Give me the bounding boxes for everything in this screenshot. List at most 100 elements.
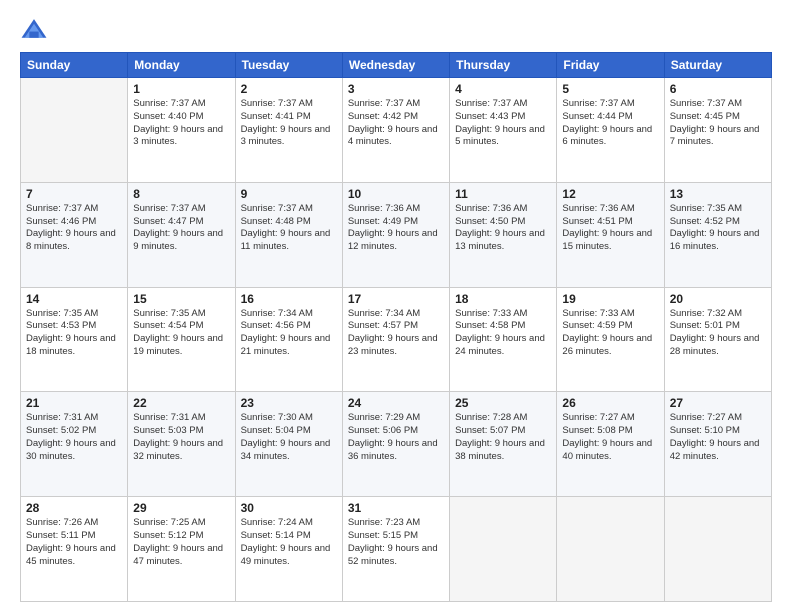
- day-number: 16: [241, 292, 337, 306]
- day-number: 18: [455, 292, 551, 306]
- day-detail: Sunrise: 7:36 AMSunset: 4:49 PMDaylight:…: [348, 203, 444, 254]
- day-detail: Sunrise: 7:24 AMSunset: 5:14 PMDaylight:…: [241, 517, 337, 568]
- calendar-week-row: 1Sunrise: 7:37 AMSunset: 4:40 PMDaylight…: [21, 78, 772, 183]
- calendar-cell: 20 Sunrise: 7:32 AMSunset: 5:01 PMDayligh…: [664, 287, 771, 392]
- weekday-header-thursday: Thursday: [450, 53, 557, 78]
- day-detail: Sunrise: 7:28 AMSunset: 5:07 PMDaylight:…: [455, 412, 551, 463]
- calendar-cell: 26 Sunrise: 7:27 AMSunset: 5:08 PMDayligh…: [557, 392, 664, 497]
- day-detail: Sunrise: 7:33 AMSunset: 4:58 PMDaylight:…: [455, 308, 551, 359]
- day-detail: Sunrise: 7:34 AMSunset: 4:56 PMDaylight:…: [241, 308, 337, 359]
- header: [20, 16, 772, 44]
- day-detail: Sunrise: 7:37 AMSunset: 4:45 PMDaylight:…: [670, 98, 766, 149]
- day-detail: Sunrise: 7:36 AMSunset: 4:50 PMDaylight:…: [455, 203, 551, 254]
- calendar-cell: 4 Sunrise: 7:37 AMSunset: 4:43 PMDaylight…: [450, 78, 557, 183]
- day-number: 6: [670, 82, 766, 96]
- day-detail: Sunrise: 7:31 AMSunset: 5:03 PMDaylight:…: [133, 412, 229, 463]
- day-number: 23: [241, 396, 337, 410]
- calendar-table: SundayMondayTuesdayWednesdayThursdayFrid…: [20, 52, 772, 602]
- day-number: 9: [241, 187, 337, 201]
- weekday-header-row: SundayMondayTuesdayWednesdayThursdayFrid…: [21, 53, 772, 78]
- day-number: 25: [455, 396, 551, 410]
- calendar-cell: 1Sunrise: 7:37 AMSunset: 4:40 PMDaylight…: [128, 78, 235, 183]
- day-number: 20: [670, 292, 766, 306]
- calendar-cell: 31 Sunrise: 7:23 AMSunset: 5:15 PMDayligh…: [342, 497, 449, 602]
- calendar-week-row: 7Sunrise: 7:37 AMSunset: 4:46 PMDaylight…: [21, 182, 772, 287]
- calendar-cell: 24 Sunrise: 7:29 AMSunset: 5:06 PMDayligh…: [342, 392, 449, 497]
- calendar-cell: 5 Sunrise: 7:37 AMSunset: 4:44 PMDaylight…: [557, 78, 664, 183]
- calendar-cell: [21, 78, 128, 183]
- day-detail: Sunrise: 7:37 AMSunset: 4:41 PMDaylight:…: [241, 98, 337, 149]
- calendar-cell: 14 Sunrise: 7:35 AMSunset: 4:53 PMDayligh…: [21, 287, 128, 392]
- day-detail: Sunrise: 7:29 AMSunset: 5:06 PMDaylight:…: [348, 412, 444, 463]
- calendar-cell: 29Sunrise: 7:25 AMSunset: 5:12 PMDayligh…: [128, 497, 235, 602]
- calendar-cell: 13 Sunrise: 7:35 AMSunset: 4:52 PMDayligh…: [664, 182, 771, 287]
- day-detail: Sunrise: 7:35 AMSunset: 4:53 PMDaylight:…: [26, 308, 122, 359]
- calendar-week-row: 14 Sunrise: 7:35 AMSunset: 4:53 PMDayligh…: [21, 287, 772, 392]
- calendar-week-row: 28 Sunrise: 7:26 AMSunset: 5:11 PMDayligh…: [21, 497, 772, 602]
- day-detail: Sunrise: 7:23 AMSunset: 5:15 PMDaylight:…: [348, 517, 444, 568]
- day-number: 24: [348, 396, 444, 410]
- day-number: 11: [455, 187, 551, 201]
- day-detail: Sunrise: 7:35 AMSunset: 4:52 PMDaylight:…: [670, 203, 766, 254]
- page: SundayMondayTuesdayWednesdayThursdayFrid…: [0, 0, 792, 612]
- day-detail: Sunrise: 7:31 AMSunset: 5:02 PMDaylight:…: [26, 412, 122, 463]
- day-number: 28: [26, 501, 122, 515]
- weekday-header-saturday: Saturday: [664, 53, 771, 78]
- day-detail: Sunrise: 7:25 AMSunset: 5:12 PMDaylight:…: [133, 517, 229, 568]
- calendar-cell: [664, 497, 771, 602]
- calendar-cell: 9 Sunrise: 7:37 AMSunset: 4:48 PMDaylight…: [235, 182, 342, 287]
- day-detail: Sunrise: 7:36 AMSunset: 4:51 PMDaylight:…: [562, 203, 658, 254]
- day-number: 26: [562, 396, 658, 410]
- calendar-cell: 11 Sunrise: 7:36 AMSunset: 4:50 PMDayligh…: [450, 182, 557, 287]
- day-detail: Sunrise: 7:30 AMSunset: 5:04 PMDaylight:…: [241, 412, 337, 463]
- day-number: 14: [26, 292, 122, 306]
- day-number: 5: [562, 82, 658, 96]
- calendar-cell: [450, 497, 557, 602]
- calendar-cell: 19Sunrise: 7:33 AMSunset: 4:59 PMDayligh…: [557, 287, 664, 392]
- logo: [20, 16, 50, 44]
- calendar-cell: 27Sunrise: 7:27 AMSunset: 5:10 PMDayligh…: [664, 392, 771, 497]
- day-number: 10: [348, 187, 444, 201]
- calendar-cell: 2 Sunrise: 7:37 AMSunset: 4:41 PMDaylight…: [235, 78, 342, 183]
- calendar-week-row: 21Sunrise: 7:31 AMSunset: 5:02 PMDayligh…: [21, 392, 772, 497]
- day-detail: Sunrise: 7:34 AMSunset: 4:57 PMDaylight:…: [348, 308, 444, 359]
- calendar-cell: 6 Sunrise: 7:37 AMSunset: 4:45 PMDaylight…: [664, 78, 771, 183]
- calendar-cell: 10 Sunrise: 7:36 AMSunset: 4:49 PMDayligh…: [342, 182, 449, 287]
- day-detail: Sunrise: 7:37 AMSunset: 4:42 PMDaylight:…: [348, 98, 444, 149]
- day-detail: Sunrise: 7:26 AMSunset: 5:11 PMDaylight:…: [26, 517, 122, 568]
- calendar-cell: [557, 497, 664, 602]
- weekday-header-wednesday: Wednesday: [342, 53, 449, 78]
- calendar-cell: 15 Sunrise: 7:35 AMSunset: 4:54 PMDayligh…: [128, 287, 235, 392]
- day-number: 17: [348, 292, 444, 306]
- day-number: 12: [562, 187, 658, 201]
- calendar-cell: 17 Sunrise: 7:34 AMSunset: 4:57 PMDayligh…: [342, 287, 449, 392]
- day-detail: Sunrise: 7:37 AMSunset: 4:43 PMDaylight:…: [455, 98, 551, 149]
- day-number: 13: [670, 187, 766, 201]
- day-number: 1: [133, 82, 229, 96]
- day-number: 2: [241, 82, 337, 96]
- day-detail: Sunrise: 7:37 AMSunset: 4:47 PMDaylight:…: [133, 203, 229, 254]
- day-number: 31: [348, 501, 444, 515]
- weekday-header-sunday: Sunday: [21, 53, 128, 78]
- day-number: 22: [133, 396, 229, 410]
- calendar-cell: 3 Sunrise: 7:37 AMSunset: 4:42 PMDaylight…: [342, 78, 449, 183]
- calendar-cell: 25 Sunrise: 7:28 AMSunset: 5:07 PMDayligh…: [450, 392, 557, 497]
- weekday-header-monday: Monday: [128, 53, 235, 78]
- day-detail: Sunrise: 7:27 AMSunset: 5:10 PMDaylight:…: [670, 412, 766, 463]
- day-detail: Sunrise: 7:33 AMSunset: 4:59 PMDaylight:…: [562, 308, 658, 359]
- day-number: 8: [133, 187, 229, 201]
- day-detail: Sunrise: 7:37 AMSunset: 4:44 PMDaylight:…: [562, 98, 658, 149]
- calendar-cell: 12 Sunrise: 7:36 AMSunset: 4:51 PMDayligh…: [557, 182, 664, 287]
- calendar-cell: 18 Sunrise: 7:33 AMSunset: 4:58 PMDayligh…: [450, 287, 557, 392]
- day-number: 3: [348, 82, 444, 96]
- calendar-cell: 23 Sunrise: 7:30 AMSunset: 5:04 PMDayligh…: [235, 392, 342, 497]
- day-number: 30: [241, 501, 337, 515]
- day-number: 15: [133, 292, 229, 306]
- day-detail: Sunrise: 7:37 AMSunset: 4:48 PMDaylight:…: [241, 203, 337, 254]
- day-detail: Sunrise: 7:35 AMSunset: 4:54 PMDaylight:…: [133, 308, 229, 359]
- weekday-header-friday: Friday: [557, 53, 664, 78]
- calendar-cell: 8 Sunrise: 7:37 AMSunset: 4:47 PMDaylight…: [128, 182, 235, 287]
- day-detail: Sunrise: 7:27 AMSunset: 5:08 PMDaylight:…: [562, 412, 658, 463]
- day-number: 4: [455, 82, 551, 96]
- day-detail: Sunrise: 7:32 AMSunset: 5:01 PMDaylight:…: [670, 308, 766, 359]
